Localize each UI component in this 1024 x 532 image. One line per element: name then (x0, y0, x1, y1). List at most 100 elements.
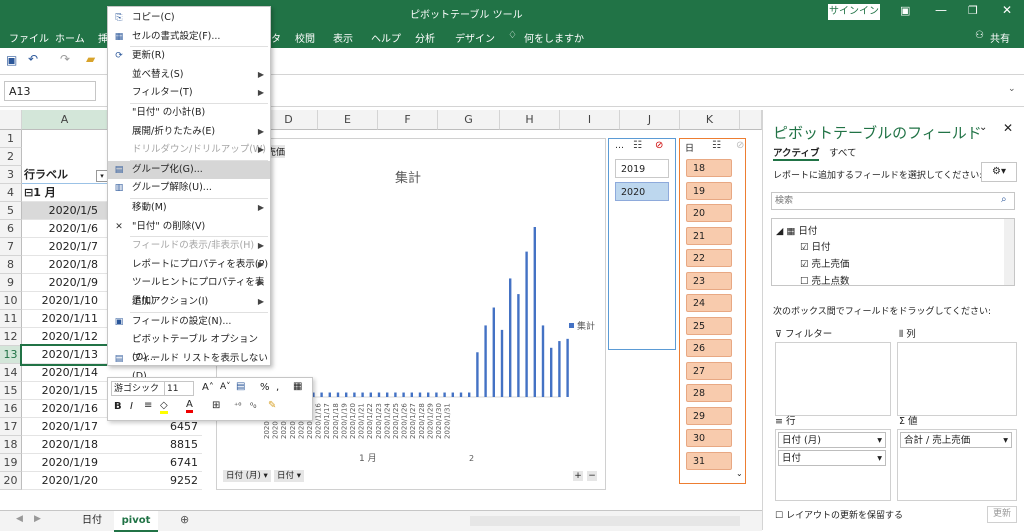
group-month-label[interactable]: ⊟1 月 (22, 184, 108, 202)
col-header-f[interactable]: F (378, 110, 438, 130)
align-center-icon[interactable]: ≡ (144, 400, 152, 411)
slicer-day-item[interactable]: 25 (686, 316, 732, 335)
tab-view[interactable]: 表示 (333, 30, 353, 45)
slicer-day-item[interactable]: 29 (686, 406, 732, 425)
slicer-day-item[interactable]: 21 (686, 226, 732, 245)
slicer-day-item[interactable]: 31 (686, 451, 732, 470)
menu-item[interactable]: フィールドの表示/非表示(H) ▶ (108, 237, 270, 255)
sheet-tab-date[interactable]: 日付 (70, 511, 115, 530)
decrease-font-icon[interactable]: A˅ (220, 382, 231, 392)
slicer-day-item[interactable]: 18 (686, 159, 732, 177)
field-item-sales-price[interactable]: ☑ 売上売価 (800, 256, 850, 270)
date-cell[interactable]: 2020/1/9 (22, 274, 108, 292)
pane-close-icon[interactable]: ✕ (1003, 121, 1013, 135)
col-header-g[interactable]: G (438, 110, 500, 130)
row-header[interactable]: 15 (0, 382, 22, 400)
minimize-icon[interactable]: — (935, 3, 947, 17)
menu-item[interactable]: "日付" の小計(B) (108, 104, 270, 122)
borders-icon[interactable]: ⊞ (212, 400, 220, 411)
row-header[interactable]: 4 (0, 184, 22, 202)
value-cell[interactable]: 8815 (108, 436, 202, 454)
tab-data[interactable]: タ (271, 30, 281, 45)
select-all-corner[interactable] (0, 110, 22, 130)
tab-all[interactable]: すべて (829, 145, 856, 159)
col-header-extra[interactable] (740, 110, 762, 130)
menu-item[interactable]: 展開/折りたたみ(E) ▶ (108, 123, 270, 141)
format-table-icon[interactable]: ▦ (293, 381, 302, 392)
signin-button[interactable]: サインイン (828, 4, 880, 20)
horizontal-scrollbar[interactable] (470, 516, 740, 526)
value-cell[interactable]: 9252 (108, 472, 202, 490)
date-cell[interactable]: 2020/1/14 (22, 364, 108, 382)
col-header-k[interactable]: K (680, 110, 740, 130)
field-list[interactable]: ◢ ▦ 日付 ☑ 日付 ☑ 売上売価 ☐ 売上点数 (771, 218, 1015, 287)
font-size-box[interactable]: 11 (164, 381, 194, 396)
row-header[interactable]: 3 (0, 166, 22, 184)
menu-item[interactable]: 並べ替え(S) ▶ (108, 66, 270, 84)
open-folder-icon[interactable]: ▰ (86, 52, 95, 66)
save-icon[interactable]: ▣ (6, 53, 17, 67)
row-header[interactable]: 8 (0, 256, 22, 274)
values-drop-area[interactable]: 合計 / 売上売価 ▾ (897, 429, 1017, 501)
tab-design[interactable]: デザイン (455, 30, 495, 45)
date-cell[interactable]: 2020/1/11 (22, 310, 108, 328)
row-header[interactable]: 1 (0, 130, 22, 148)
currency-format-icon[interactable]: ▤ (236, 381, 245, 392)
defer-update-checkbox[interactable]: ☐ レイアウトの更新を保留する (775, 508, 903, 521)
rows-field-date[interactable]: 日付 ▾ (778, 450, 886, 466)
row-header[interactable]: 14 (0, 364, 22, 382)
slicer-day-item[interactable]: 19 (686, 181, 732, 200)
row-header[interactable]: 7 (0, 238, 22, 256)
tab-help[interactable]: ヘルプ (371, 30, 401, 45)
date-cell[interactable]: 2020/1/6 (22, 220, 108, 238)
date-cell[interactable]: 2020/1/20 (22, 472, 108, 490)
share-button[interactable]: 共有 (990, 30, 1010, 45)
field-search-input[interactable]: 検索 (771, 192, 1015, 210)
font-color-icon[interactable]: A (186, 399, 193, 413)
decrease-decimal-icon[interactable]: ⁰₀ (250, 401, 256, 410)
percent-icon[interactable]: % (260, 382, 270, 393)
row-header[interactable]: 6 (0, 220, 22, 238)
slicer-day-item[interactable]: 20 (686, 204, 732, 222)
menu-item[interactable]: 追加アクション(I) ▶ (108, 293, 270, 311)
menu-item[interactable]: レポートにプロパティを表示(P) ▶ (108, 256, 270, 274)
filter-drop-area[interactable] (775, 342, 891, 416)
date-cell[interactable]: 2020/1/7 (22, 238, 108, 256)
row-header[interactable]: 18 (0, 436, 22, 454)
date-cell[interactable]: 2020/1/15 (22, 382, 108, 400)
date-cell[interactable]: 2020/1/17 (22, 418, 108, 436)
name-box[interactable]: A13 (4, 81, 96, 101)
row-header[interactable]: 13 (0, 346, 22, 364)
scroll-prev-sheet-icon[interactable]: ◀ (16, 514, 23, 524)
slicer-day-item[interactable]: 26 (686, 339, 732, 357)
expand-formula-icon[interactable]: ⌄ (1008, 84, 1016, 94)
font-name-box[interactable]: 游ゴシック (111, 381, 165, 396)
menu-item[interactable]: グループ解除(U)... ▥ (108, 179, 270, 197)
undo-icon[interactable]: ↶ (28, 52, 38, 66)
multi-select-icon[interactable]: ☷ (633, 140, 642, 151)
row-header[interactable]: 9 (0, 274, 22, 292)
col-header-e[interactable]: E (318, 110, 378, 130)
tab-analyze[interactable]: 分析 (415, 30, 435, 45)
row-header[interactable]: 10 (0, 292, 22, 310)
values-field-sum[interactable]: 合計 / 売上売価 ▾ (900, 432, 1012, 448)
slicer-scroll-down-icon[interactable]: ⌄ (736, 469, 743, 478)
sheet-tab-pivot[interactable]: pivot (114, 511, 158, 532)
italic-icon[interactable]: I (130, 401, 133, 412)
bold-icon[interactable]: B (114, 401, 122, 412)
close-window-icon[interactable]: ✕ (1002, 3, 1012, 17)
rows-drop-area[interactable]: 日付 (月) ▾ 日付 ▾ (775, 429, 891, 501)
row-header[interactable]: 2 (0, 148, 22, 166)
comma-icon[interactable]: , (276, 382, 279, 393)
rows-field-date-month[interactable]: 日付 (月) ▾ (778, 432, 886, 448)
tab-home[interactable]: ホーム (55, 30, 85, 45)
tab-file[interactable]: ファイル (9, 30, 49, 45)
tab-active[interactable]: アクティブ (773, 145, 820, 161)
restore-icon[interactable]: ❐ (968, 4, 978, 17)
clear-filter-icon[interactable]: ⊘ (655, 140, 663, 151)
date-cell[interactable]: 2020/1/5 (22, 202, 108, 220)
row-header[interactable]: 16 (0, 400, 22, 418)
date-cell[interactable]: 2020/1/12 (22, 328, 108, 346)
row-header[interactable]: 11 (0, 310, 22, 328)
redo-icon[interactable]: ↷ (60, 52, 70, 66)
